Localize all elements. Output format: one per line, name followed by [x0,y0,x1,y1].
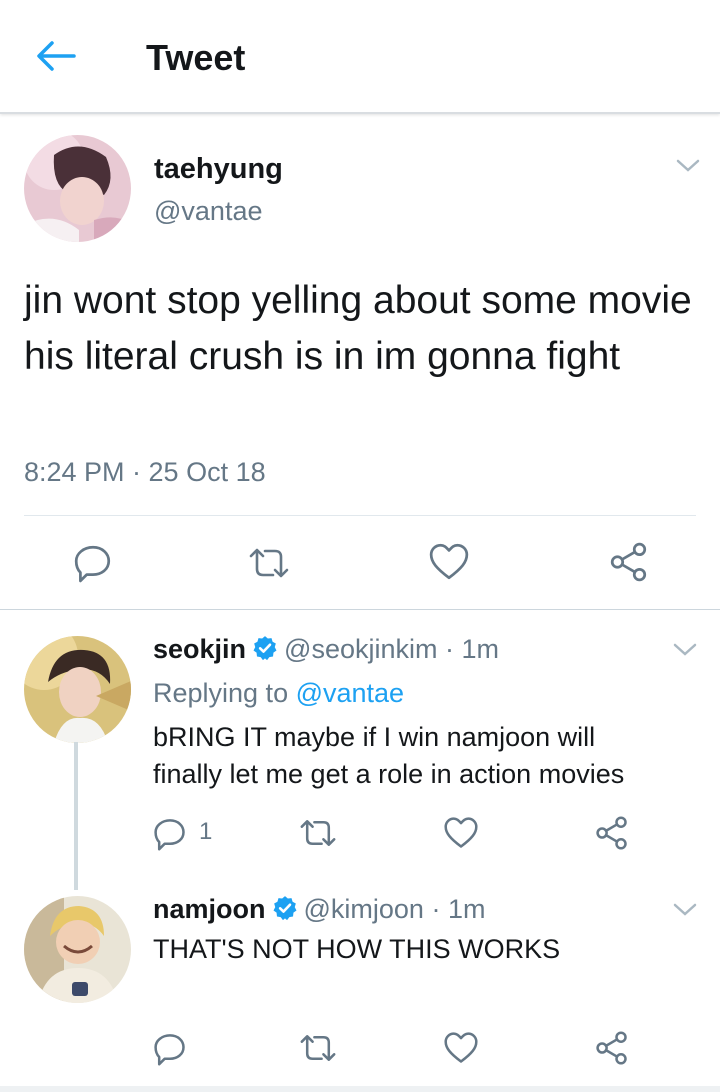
chevron-down-icon[interactable] [672,642,698,658]
reply-icon[interactable] [152,1030,188,1066]
back-arrow-icon[interactable] [34,38,76,74]
reply-icon[interactable] [72,541,114,583]
reply-text-line: THAT'S NOT HOW THIS WORKS [153,934,561,964]
reply-icon[interactable] [152,815,188,851]
reply-text-line: bRING IT maybe if I win namjoon will [153,722,596,752]
like-icon[interactable] [443,815,479,851]
reply-tweet: seokjin @seokjinkim · 1m Replying to @van… [0,610,720,880]
avatar[interactable] [24,896,131,1003]
chevron-down-icon[interactable] [672,902,698,918]
page-title: Tweet [146,37,246,78]
share-icon[interactable] [608,541,650,583]
retweet-icon[interactable] [246,543,292,583]
share-icon[interactable] [594,1030,630,1066]
bottom-edge [0,1086,720,1092]
like-icon[interactable] [443,1030,479,1066]
reply-count: 1 [199,818,213,845]
reply-text-line: finally let me get a role in action movi… [153,759,625,789]
like-icon[interactable] [428,541,470,583]
author-name[interactable]: seokjin [153,634,246,664]
author-name[interactable]: taehyung [154,153,283,186]
reply-tweet: namjoon @kimjoon · 1m THAT'S NOT HOW THIS… [0,880,720,1086]
verified-badge-icon [273,896,296,921]
replying-to-label: Replying to [153,678,296,708]
reply-header: namjoon @kimjoon · 1m [153,892,485,926]
chevron-down-icon[interactable] [675,158,701,174]
reply-header: seokjin @seokjinkim · 1m [153,632,499,666]
author-handle[interactable]: @vantae [154,196,262,227]
verified-badge-icon [253,636,277,661]
avatar[interactable] [24,135,131,242]
tweet-timestamp: 8:24 PM · 25 Oct 18 [24,457,266,487]
top-bar: Tweet [0,0,720,114]
retweet-icon[interactable] [298,815,338,851]
mention-link[interactable]: @vantae [296,678,404,708]
author-name[interactable]: namjoon [153,894,266,924]
avatar[interactable] [24,636,131,743]
divider [24,515,696,516]
replying-to: Replying to @vantae [153,676,404,710]
main-tweet: taehyung @vantae jin wont stop yelling a… [0,113,720,608]
thread-connector-line [74,742,78,890]
author-handle[interactable]: @kimjoon · 1m [304,894,486,924]
share-icon[interactable] [594,815,630,851]
author-handle[interactable]: @seokjinkim · 1m [284,634,499,664]
retweet-icon[interactable] [298,1030,338,1066]
tweet-text: jin wont stop yelling about some movie h… [24,279,692,378]
